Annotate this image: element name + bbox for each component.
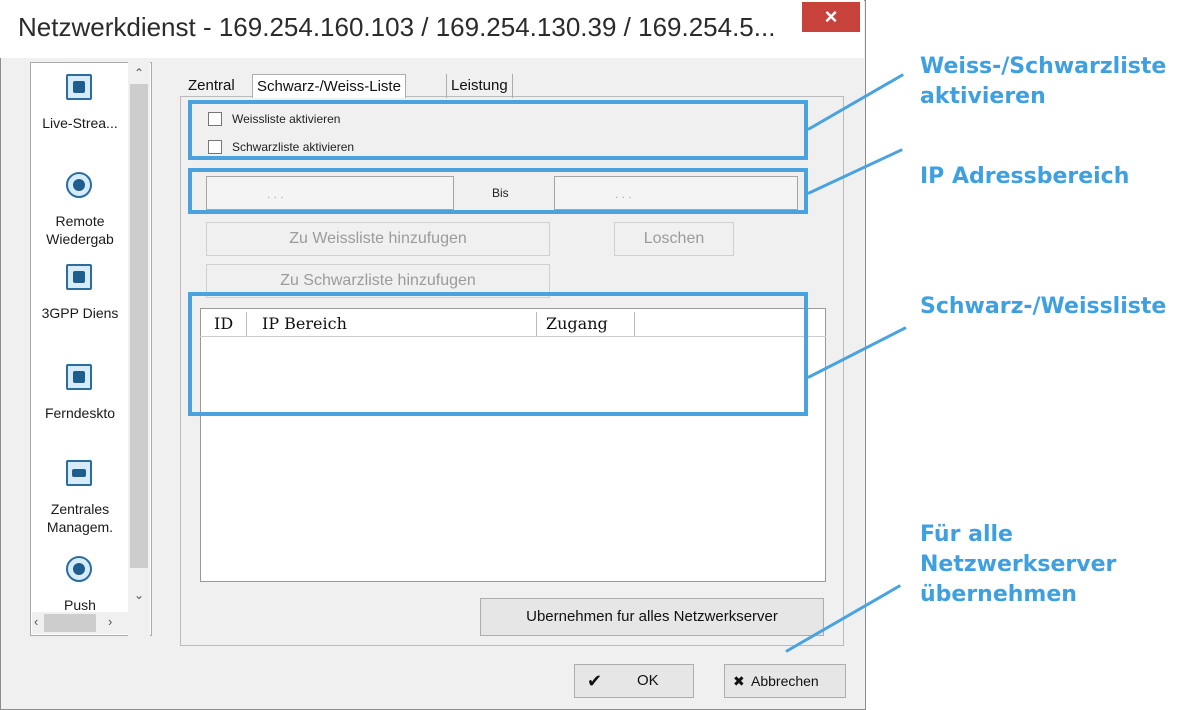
scroll-up-icon[interactable]: ⌃	[128, 66, 150, 80]
keyboard-icon[interactable]	[66, 460, 92, 486]
scroll-down-icon[interactable]: ⌄	[128, 588, 150, 602]
remote-desktop-icon[interactable]	[66, 364, 92, 390]
playback-icon[interactable]	[66, 172, 92, 198]
annotation-ip-range: IP Adressbereich	[920, 164, 1130, 189]
tab-leistung[interactable]: Leistung	[446, 74, 513, 98]
add-to-whitelist-button[interactable]: Zu Weissliste hinzufugen	[206, 222, 550, 256]
apply-to-all-servers-button[interactable]: Ubernehmen fur alles Netzwerkserver	[480, 598, 824, 636]
title-bar: Netzwerkdienst - 169.254.160.103 / 169.2…	[0, 0, 864, 58]
phone-icon[interactable]	[66, 264, 92, 290]
highlight-list	[188, 292, 808, 416]
annotation-black-white-list: Schwarz-/Weissliste	[920, 294, 1167, 319]
annotation-apply-all: Für alle Netzwerkserver übernehmen	[920, 522, 1117, 607]
ok-button[interactable]: ✔ OK	[574, 664, 694, 698]
cancel-x-icon: ✖	[733, 673, 745, 689]
sidebar-item-remote-desktop[interactable]: Ferndeskto	[30, 404, 130, 422]
checkmark-icon: ✔	[587, 671, 603, 691]
monitor-icon[interactable]	[66, 74, 92, 100]
scroll-left-icon[interactable]: ‹	[34, 614, 38, 629]
horizontal-scroll-thumb[interactable]	[44, 614, 96, 632]
annotation-enable-lists: Weiss-/Schwarzliste aktivieren	[920, 54, 1167, 109]
cancel-button[interactable]: ✖ Abbrechen	[724, 664, 846, 698]
tab-zentral[interactable]: Zentral	[184, 74, 239, 98]
cancel-label: Abbrechen	[751, 673, 819, 689]
push-icon[interactable]	[66, 556, 92, 582]
sidebar-scroll-thumb[interactable]	[130, 84, 148, 568]
highlight-ip-range	[188, 168, 808, 214]
delete-button[interactable]: Loschen	[614, 222, 734, 256]
close-button[interactable]: ×	[802, 2, 860, 32]
sidebar-item-live-stream[interactable]: Live-Strea...	[30, 114, 130, 132]
scroll-right-icon[interactable]: ›	[108, 614, 112, 629]
sidebar-item-central-management[interactable]: Zentrales Managem.	[30, 500, 130, 536]
sidebar-item-3gpp[interactable]: 3GPP Diens	[30, 304, 130, 322]
tab-black-white-list[interactable]: Schwarz-/Weiss-Liste	[252, 74, 406, 98]
highlight-checkboxes	[188, 100, 808, 160]
ok-label: OK	[637, 672, 659, 689]
window-title: Netzwerkdienst - 169.254.160.103 / 169.2…	[18, 12, 776, 42]
sidebar-item-remote-playback[interactable]: Remote Wiedergab	[30, 212, 130, 248]
